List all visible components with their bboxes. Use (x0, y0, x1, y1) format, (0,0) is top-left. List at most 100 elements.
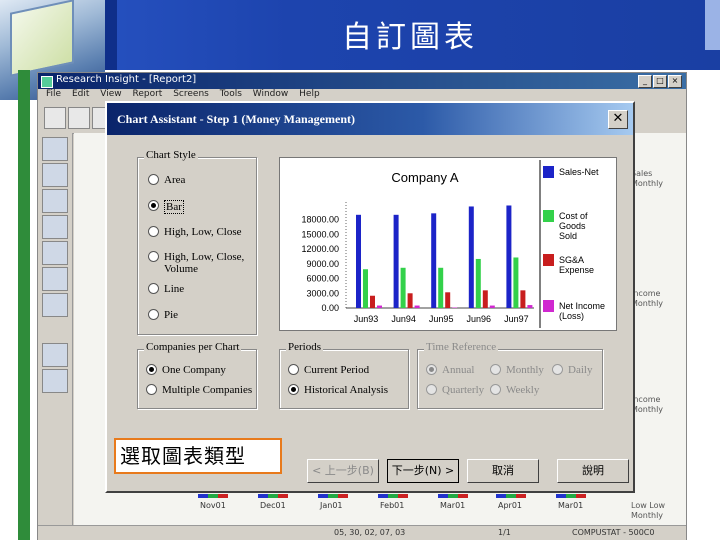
legend-label: Sold (559, 231, 577, 241)
report-side-notes: Sales Monthly Income Monthly Income Mont… (631, 169, 681, 521)
radio-label: High, Low, Close (164, 226, 242, 238)
caption-callout: 選取圖表類型 (114, 438, 282, 474)
chart-preview: Company A 0.00 3000.00 6000.00 9000.00 12000.… (279, 157, 617, 331)
tool-window-icon[interactable] (42, 369, 68, 393)
date-label: Feb01 (380, 501, 405, 510)
tool-cursor-icon[interactable] (42, 189, 68, 213)
menu-tools[interactable]: Tools (220, 89, 242, 99)
radio-label: One Company (162, 364, 226, 376)
radio-circle-icon (426, 384, 437, 395)
y-tick-label: 3000.00 (306, 288, 339, 298)
x-tick-label: Jun95 (429, 314, 454, 324)
dialog-titlebar: Chart Assistant - Step 1 (Money Manageme… (107, 103, 633, 135)
radio-label: Bar (164, 200, 184, 214)
next-button[interactable]: 下一步(N) > (387, 459, 459, 483)
minimize-icon[interactable]: _ (638, 75, 652, 88)
menu-edit[interactable]: Edit (72, 89, 89, 99)
date-label: Jan01 (320, 501, 343, 510)
y-tick-label: 15000.00 (301, 229, 339, 239)
status-dates: 05, 30, 02, 07, 03 (334, 528, 406, 537)
maximize-icon[interactable]: □ (653, 75, 667, 88)
mini-bar-strip (258, 494, 288, 498)
chart-style-group: Chart Style Area Bar High, Low, Close Hi… (137, 149, 257, 335)
chart-style-label: Chart Style (144, 149, 198, 161)
legend-label: Net Income (559, 301, 605, 311)
bar (513, 257, 519, 308)
radio-circle-icon (552, 364, 563, 375)
radio-circle-icon (490, 364, 501, 375)
bar (356, 214, 361, 308)
bar (482, 290, 488, 308)
menu-window[interactable]: Window (253, 89, 289, 99)
note: Income (631, 289, 661, 298)
menu-screens[interactable]: Screens (173, 89, 209, 99)
mini-bar-strip (198, 494, 228, 498)
y-tick-label: 0.00 (321, 303, 339, 313)
legend-label: (Loss) (559, 311, 584, 321)
radio-label: Area (164, 174, 186, 186)
cancel-button[interactable]: 取消 (467, 459, 539, 483)
close-icon[interactable]: ✕ (608, 110, 628, 129)
app-title: Research Insight - [Report2] (56, 74, 197, 85)
x-tick-label: Jun94 (391, 314, 416, 324)
tool-chart-icon[interactable] (42, 343, 68, 367)
bar (400, 267, 406, 308)
tool-pencil-icon[interactable] (42, 163, 68, 187)
date-label: Mar01 (558, 501, 584, 510)
radio-label: Quarterly (442, 384, 485, 396)
mini-bar-strip (378, 494, 408, 498)
tool-book-icon[interactable] (42, 215, 68, 239)
legend-swatch (543, 254, 554, 266)
slide-title: 自訂圖表 (342, 20, 478, 55)
mini-bar-strip (438, 494, 468, 498)
new-file-icon[interactable] (44, 107, 66, 129)
legend-label: Expense (559, 265, 594, 275)
menu-file[interactable]: File (46, 89, 61, 99)
help-button[interactable]: 說明 (557, 459, 629, 483)
menu-help[interactable]: Help (299, 89, 320, 99)
note: Monthly (631, 179, 664, 188)
x-tick-label: Jun97 (504, 314, 529, 324)
tool-table-icon[interactable] (42, 293, 68, 317)
status-page: 1/1 (498, 528, 511, 537)
mini-bar-strip (318, 494, 348, 498)
menu-view[interactable]: View (100, 89, 121, 99)
radio-circle-icon (148, 226, 159, 237)
chart-svg: Company A 0.00 3000.00 6000.00 9000.00 12000.… (301, 160, 605, 328)
legend-swatch (543, 210, 554, 222)
note: Monthly (631, 299, 664, 308)
tool-globe-icon[interactable] (42, 241, 68, 265)
radio-label: Pie (164, 309, 179, 321)
companies-label: Companies per Chart (144, 341, 242, 353)
tool-edit-icon[interactable] (42, 267, 68, 291)
bar (527, 305, 533, 308)
open-folder-icon[interactable] (68, 107, 90, 129)
x-tick-label: Jun96 (467, 314, 492, 324)
bar (506, 205, 512, 308)
time-reference-group: Time Reference Annual Monthly Daily Quar… (417, 341, 603, 409)
radio-circle-icon (146, 384, 157, 395)
chart-title: Company A (391, 170, 459, 185)
bar (438, 267, 444, 308)
periods-label: Periods (286, 341, 323, 353)
bar (414, 305, 420, 308)
radio-circle-icon (490, 384, 501, 395)
header-divider (105, 0, 117, 70)
bar (377, 305, 382, 308)
back-button[interactable]: < 上一步(B) (307, 459, 379, 483)
radio-circle-icon (148, 283, 159, 294)
menu-report[interactable]: Report (132, 89, 162, 99)
app-sidebar (38, 133, 73, 539)
date-label: Nov01 (200, 501, 226, 510)
radio-label: High, Low, Close, Volume (164, 251, 245, 275)
app-titlebar: Research Insight - [Report2] _ □ × (38, 73, 686, 89)
note: Sales (631, 169, 653, 178)
radio-label: Daily (568, 364, 593, 376)
radio-selected-icon (288, 384, 299, 395)
radio-circle-icon (148, 174, 159, 185)
radio-label: Multiple Companies (162, 384, 253, 396)
bar (520, 290, 526, 308)
legend-swatch (543, 300, 554, 312)
tool-gear-icon[interactable] (42, 137, 68, 161)
close-icon[interactable]: × (668, 75, 682, 88)
